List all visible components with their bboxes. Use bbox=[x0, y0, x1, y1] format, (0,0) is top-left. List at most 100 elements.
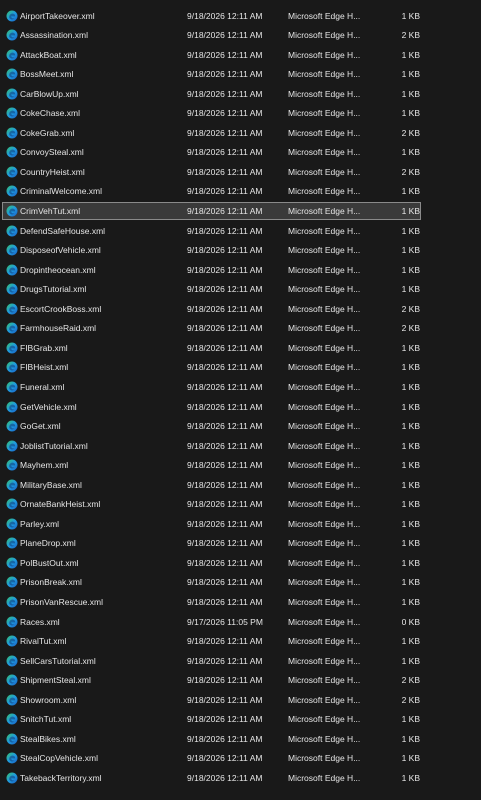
file-row[interactable]: CrimVehTut.xml 9/18/2026 12:11 AM Micros… bbox=[0, 202, 481, 222]
file-row[interactable]: FIBGrab.xml 9/18/2026 12:11 AM Microsoft… bbox=[0, 339, 481, 359]
edge-icon bbox=[6, 166, 18, 178]
file-row[interactable]: AttackBoat.xml 9/18/2026 12:11 AM Micros… bbox=[0, 46, 481, 66]
file-type: Microsoft Edge H... bbox=[288, 362, 361, 373]
file-row[interactable]: PlaneDrop.xml 9/18/2026 12:11 AM Microso… bbox=[0, 534, 481, 554]
file-name: DrugsTutorial.xml bbox=[20, 284, 87, 295]
file-name: PrisonVanRescue.xml bbox=[20, 597, 103, 607]
file-row[interactable]: FarmhouseRaid.xml 9/18/2026 12:11 AM Mic… bbox=[0, 319, 481, 339]
file-row[interactable]: CokeChase.xml 9/18/2026 12:11 AM Microso… bbox=[0, 104, 481, 124]
file-row[interactable]: Parley.xml 9/18/2026 12:11 AM Microsoft … bbox=[0, 515, 481, 535]
file-name: CarBlowUp.xml bbox=[20, 88, 79, 99]
file-row[interactable]: CokeGrab.xml 9/18/2026 12:11 AM Microsof… bbox=[0, 124, 481, 144]
edge-icon bbox=[6, 381, 18, 393]
edge-icon bbox=[6, 401, 18, 413]
file-size: 1 KB bbox=[401, 69, 420, 80]
file-date-modified: 9/18/2026 12:11 AM bbox=[187, 166, 263, 177]
file-row[interactable]: JoblistTutorial.xml 9/18/2026 12:11 AM M… bbox=[0, 437, 481, 457]
file-type: Microsoft Edge H... bbox=[288, 147, 361, 158]
file-type: Microsoft Edge H... bbox=[288, 714, 361, 725]
edge-icon bbox=[6, 694, 18, 706]
file-row[interactable]: PolBustOut.xml 9/18/2026 12:11 AM Micros… bbox=[0, 554, 481, 574]
file-size: 1 KB bbox=[401, 147, 420, 158]
file-row[interactable]: AirportTakeover.xml 9/18/2026 12:11 AM M… bbox=[0, 7, 481, 27]
file-date-modified: 9/18/2026 12:11 AM bbox=[187, 772, 263, 783]
edge-icon bbox=[6, 88, 18, 100]
file-name: SnitchTut.xml bbox=[20, 714, 72, 725]
file-row[interactable]: Mayhem.xml 9/18/2026 12:11 AM Microsoft … bbox=[0, 456, 481, 476]
file-row[interactable]: DisposeofVehicle.xml 9/18/2026 12:11 AM … bbox=[0, 241, 481, 261]
file-row[interactable]: GoGet.xml 9/18/2026 12:11 AM Microsoft E… bbox=[0, 417, 481, 437]
file-type: Microsoft Edge H... bbox=[288, 675, 361, 686]
file-size: 1 KB bbox=[401, 186, 420, 197]
file-type: Microsoft Edge H... bbox=[288, 636, 361, 647]
file-size: 2 KB bbox=[401, 166, 420, 177]
file-row[interactable]: CarBlowUp.xml 9/18/2026 12:11 AM Microso… bbox=[0, 85, 481, 105]
file-size: 0 KB bbox=[401, 616, 420, 627]
file-name: Races.xml bbox=[20, 616, 60, 627]
edge-icon bbox=[6, 674, 18, 686]
file-row[interactable]: CriminalWelcome.xml 9/18/2026 12:11 AM M… bbox=[0, 182, 481, 202]
file-date-modified: 9/18/2026 12:11 AM bbox=[187, 147, 263, 158]
file-row[interactable]: Showroom.xml 9/18/2026 12:11 AM Microsof… bbox=[0, 691, 481, 711]
file-row[interactable]: BossMeet.xml 9/18/2026 12:11 AM Microsof… bbox=[0, 65, 481, 85]
file-row[interactable]: PrisonBreak.xml 9/18/2026 12:11 AM Micro… bbox=[0, 573, 481, 593]
file-row[interactable]: FIBHeist.xml 9/18/2026 12:11 AM Microsof… bbox=[0, 358, 481, 378]
file-type: Microsoft Edge H... bbox=[288, 597, 361, 607]
file-size: 1 KB bbox=[401, 245, 420, 256]
file-date-modified: 9/18/2026 12:11 AM bbox=[187, 245, 263, 256]
file-row[interactable]: PrisonVanRescue.xml 9/18/2026 12:11 AM M… bbox=[0, 593, 481, 613]
file-name: CokeGrab.xml bbox=[20, 127, 75, 138]
file-row[interactable]: RivalTut.xml 9/18/2026 12:11 AM Microsof… bbox=[0, 632, 481, 652]
file-row[interactable]: DrugsTutorial.xml 9/18/2026 12:11 AM Mic… bbox=[0, 280, 481, 300]
file-row[interactable]: TakebackTerritory.xml 9/18/2026 12:11 AM… bbox=[0, 769, 481, 789]
file-row[interactable]: StealBikes.xml 9/18/2026 12:11 AM Micros… bbox=[0, 730, 481, 750]
file-type: Microsoft Edge H... bbox=[288, 206, 361, 216]
file-type: Microsoft Edge H... bbox=[288, 401, 361, 412]
file-row[interactable]: ConvoySteal.xml 9/18/2026 12:11 AM Micro… bbox=[0, 143, 481, 163]
file-row[interactable]: Races.xml 9/17/2026 11:05 PM Microsoft E… bbox=[0, 613, 481, 633]
file-row[interactable]: CountryHeist.xml 9/18/2026 12:11 AM Micr… bbox=[0, 163, 481, 183]
file-row[interactable]: SellCarsTutorial.xml 9/18/2026 12:11 AM … bbox=[0, 652, 481, 672]
file-name: Funeral.xml bbox=[20, 381, 65, 392]
file-date-modified: 9/17/2026 11:05 PM bbox=[187, 616, 263, 627]
file-row[interactable]: MilitaryBase.xml 9/18/2026 12:11 AM Micr… bbox=[0, 476, 481, 496]
file-size: 1 KB bbox=[401, 733, 420, 744]
edge-icon bbox=[6, 479, 18, 491]
file-size: 1 KB bbox=[401, 440, 420, 451]
file-row[interactable]: GetVehicle.xml 9/18/2026 12:11 AM Micros… bbox=[0, 398, 481, 418]
edge-icon bbox=[6, 127, 18, 139]
file-size: 2 KB bbox=[401, 694, 420, 705]
file-type: Microsoft Edge H... bbox=[288, 499, 361, 510]
file-size: 1 KB bbox=[401, 225, 420, 236]
file-name: OrnateBankHeist.xml bbox=[20, 499, 101, 510]
file-row[interactable]: SnitchTut.xml 9/18/2026 12:11 AM Microso… bbox=[0, 710, 481, 730]
file-row[interactable]: Funeral.xml 9/18/2026 12:11 AM Microsoft… bbox=[0, 378, 481, 398]
file-name: ConvoySteal.xml bbox=[20, 147, 84, 158]
file-size: 1 KB bbox=[401, 362, 420, 373]
file-type: Microsoft Edge H... bbox=[288, 108, 361, 119]
file-row[interactable]: DefendSafeHouse.xml 9/18/2026 12:11 AM M… bbox=[0, 222, 481, 242]
edge-icon bbox=[6, 244, 18, 256]
file-row[interactable]: Dropintheocean.xml 9/18/2026 12:11 AM Mi… bbox=[0, 261, 481, 281]
edge-icon bbox=[6, 322, 18, 334]
file-row[interactable]: EscortCrookBoss.xml 9/18/2026 12:11 AM M… bbox=[0, 300, 481, 320]
edge-icon bbox=[6, 655, 18, 667]
edge-icon bbox=[6, 146, 18, 158]
file-date-modified: 9/18/2026 12:11 AM bbox=[187, 284, 263, 295]
file-name: GetVehicle.xml bbox=[20, 401, 77, 412]
file-date-modified: 9/18/2026 12:11 AM bbox=[187, 577, 263, 588]
file-row[interactable]: StealCopVehicle.xml 9/18/2026 12:11 AM M… bbox=[0, 749, 481, 769]
file-name: CountryHeist.xml bbox=[20, 166, 85, 177]
file-row[interactable]: ShipmentSteal.xml 9/18/2026 12:11 AM Mic… bbox=[0, 671, 481, 691]
edge-icon bbox=[6, 68, 18, 80]
file-size: 1 KB bbox=[401, 108, 420, 119]
file-name: GoGet.xml bbox=[20, 421, 61, 432]
file-row[interactable]: OrnateBankHeist.xml 9/18/2026 12:11 AM M… bbox=[0, 495, 481, 515]
file-date-modified: 9/18/2026 12:11 AM bbox=[187, 49, 263, 60]
file-type: Microsoft Edge H... bbox=[288, 10, 361, 21]
file-row[interactable]: Assassination.xml 9/18/2026 12:11 AM Mic… bbox=[0, 26, 481, 46]
edge-icon bbox=[6, 283, 18, 295]
file-date-modified: 9/18/2026 12:11 AM bbox=[187, 88, 263, 99]
file-name: CokeChase.xml bbox=[20, 108, 80, 119]
file-date-modified: 9/18/2026 12:11 AM bbox=[187, 636, 263, 647]
